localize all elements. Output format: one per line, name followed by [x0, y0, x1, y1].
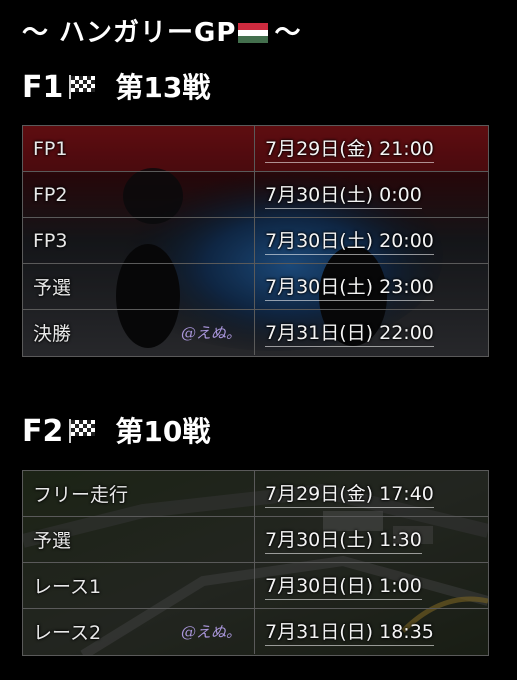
- session-time-text: 7月30日(土) 23:00: [265, 272, 434, 301]
- f1-heading: F1 第13戦: [22, 66, 210, 106]
- session-time-text: 7月29日(金) 21:00: [265, 134, 434, 163]
- table-row: FP2 7月30日(土) 0:00: [23, 171, 488, 217]
- session-name: FP3: [23, 218, 255, 263]
- session-time-text: 7月31日(日) 22:00: [265, 318, 434, 347]
- session-time-text: 7月30日(土) 0:00: [265, 180, 422, 209]
- session-time: 7月31日(日) 22:00: [255, 310, 488, 355]
- page-title: 〜 ハンガリーGP 〜: [22, 12, 301, 49]
- checkered-flag-icon: [69, 75, 96, 99]
- session-name: FP2: [23, 172, 255, 217]
- table-row: レース2 7月31日(日) 18:35: [23, 608, 488, 654]
- table-row: 予選 7月30日(土) 1:30: [23, 516, 488, 562]
- session-time: 7月29日(金) 17:40: [255, 471, 488, 516]
- session-name: 予選: [23, 264, 255, 309]
- session-time-text: 7月30日(土) 1:30: [265, 525, 422, 554]
- hungary-flag-icon: [238, 23, 269, 43]
- table-row: レース1 7月30日(日) 1:00: [23, 562, 488, 608]
- session-time-text: 7月30日(土) 20:00: [265, 226, 434, 255]
- table-row: 決勝 7月31日(日) 22:00: [23, 309, 488, 355]
- watermark: @えぬ。: [181, 324, 242, 342]
- session-time-text: 7月31日(日) 18:35: [265, 617, 434, 646]
- session-name: レース1: [23, 563, 255, 608]
- f1-schedule-table: FP1 7月29日(金) 21:00 FP2 7月30日(土) 0:00 FP3…: [22, 125, 489, 357]
- session-name: フリー走行: [23, 471, 255, 516]
- session-time: 7月30日(土) 20:00: [255, 218, 488, 263]
- f2-series-label: F2: [22, 414, 64, 449]
- session-name: 予選: [23, 517, 255, 562]
- session-time: 7月30日(日) 1:00: [255, 563, 488, 608]
- session-time-text: 7月30日(日) 1:00: [265, 571, 422, 600]
- session-time: 7月30日(土) 23:00: [255, 264, 488, 309]
- f1-round-label: 第13戦: [115, 71, 211, 104]
- checkered-flag-icon: [69, 419, 96, 443]
- session-time: 7月30日(土) 1:30: [255, 517, 488, 562]
- session-time: 7月31日(日) 18:35: [255, 609, 488, 654]
- f2-round-label: 第10戦: [115, 415, 211, 448]
- session-time: 7月29日(金) 21:00: [255, 126, 488, 171]
- f2-heading: F2 第10戦: [22, 410, 210, 450]
- table-row: FP3 7月30日(土) 20:00: [23, 217, 488, 263]
- session-time: 7月30日(土) 0:00: [255, 172, 488, 217]
- title-prefix: 〜 ハンガリーGP: [22, 18, 237, 48]
- f2-schedule-table: フリー走行 7月29日(金) 17:40 予選 7月30日(土) 1:30 レー…: [22, 470, 489, 656]
- table-row: フリー走行 7月29日(金) 17:40: [23, 471, 488, 516]
- f1-series-label: F1: [22, 70, 64, 105]
- watermark: @えぬ。: [181, 623, 242, 641]
- title-suffix: 〜: [274, 18, 302, 48]
- table-row: 予選 7月30日(土) 23:00: [23, 263, 488, 309]
- session-time-text: 7月29日(金) 17:40: [265, 479, 434, 508]
- table-row: FP1 7月29日(金) 21:00: [23, 126, 488, 171]
- session-name: FP1: [23, 126, 255, 171]
